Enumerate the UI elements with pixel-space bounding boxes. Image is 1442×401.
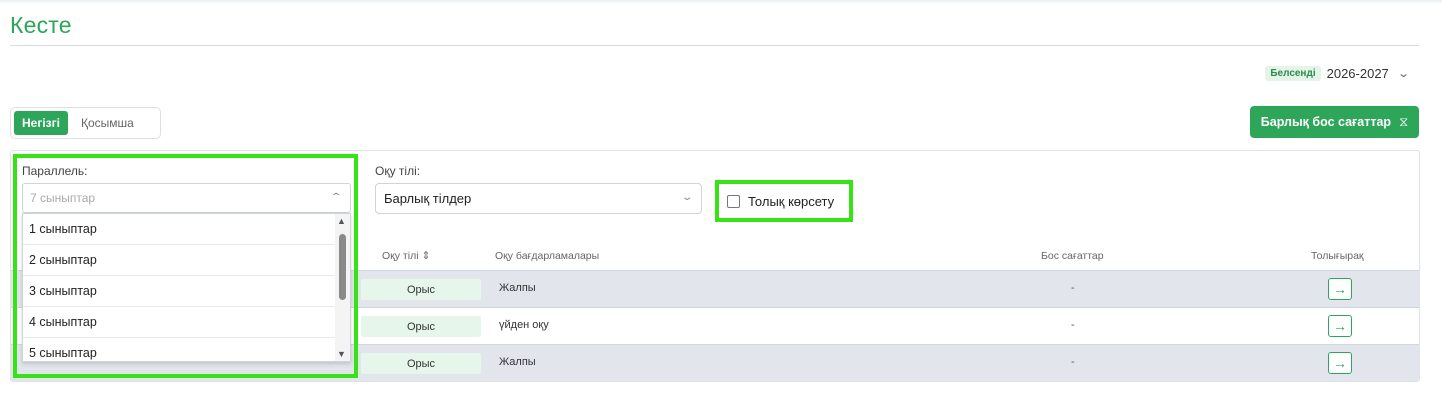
scroll-up-icon[interactable]: ▲ bbox=[337, 216, 346, 226]
chevron-down-icon: ⌄ bbox=[680, 192, 694, 203]
title-divider bbox=[10, 45, 1419, 46]
dropdown-option[interactable]: 1 сыныптар bbox=[23, 214, 336, 245]
tab-group: Негізгі Қосымша bbox=[10, 107, 161, 139]
page-title: Кесте bbox=[10, 12, 72, 38]
program-cell: Жалпы bbox=[499, 356, 536, 368]
scrollbar-thumb[interactable] bbox=[339, 234, 346, 300]
hourglass-icon: ⧖ bbox=[1399, 114, 1409, 129]
academic-year-selector[interactable]: Белсенді 2026-2027 ⌄ bbox=[1265, 66, 1410, 81]
header-details: Толығырақ bbox=[1311, 250, 1364, 262]
parallel-dropdown-list: 1 сыныптар 2 сыныптар 3 сыныптар 4 сынып… bbox=[22, 213, 351, 362]
parallel-select[interactable]: 7 сыныптар ⌃ bbox=[22, 183, 351, 213]
parallel-filter-label: Параллель: bbox=[22, 164, 88, 178]
dropdown-scrollbar[interactable]: ▲ ▼ bbox=[335, 214, 350, 361]
free-hours-cell: - bbox=[1071, 356, 1075, 368]
all-free-hours-label: Барлық бос сағаттар bbox=[1260, 115, 1392, 129]
all-free-hours-button[interactable]: Барлық бос сағаттар ⧖ bbox=[1250, 106, 1419, 138]
details-arrow-button[interactable]: → bbox=[1328, 315, 1352, 337]
free-hours-cell: - bbox=[1071, 282, 1075, 294]
top-bar-shadow bbox=[0, 0, 1442, 4]
chevron-up-icon: ⌃ bbox=[329, 192, 343, 203]
details-arrow-button[interactable]: → bbox=[1328, 352, 1352, 374]
scroll-down-icon[interactable]: ▼ bbox=[337, 349, 346, 359]
free-hours-cell: - bbox=[1071, 319, 1075, 331]
language-pill: Орыс bbox=[361, 316, 481, 337]
language-select-value: Барлық тілдер bbox=[384, 191, 472, 206]
header-free-hours: Бос сағаттар bbox=[1041, 250, 1104, 262]
tab-main[interactable]: Негізгі bbox=[14, 111, 68, 135]
dropdown-option[interactable]: 3 сыныптар bbox=[23, 276, 336, 307]
active-badge: Белсенді bbox=[1265, 66, 1321, 81]
dropdown-option[interactable]: 2 сыныптар bbox=[23, 245, 336, 276]
chevron-down-icon: ⌄ bbox=[1396, 68, 1410, 80]
dropdown-option[interactable]: 5 сыныптар bbox=[23, 338, 336, 361]
full-show-checkbox[interactable] bbox=[727, 194, 740, 208]
language-pill: Орыс bbox=[361, 353, 481, 374]
language-filter-label: Оқу тілі: bbox=[375, 164, 421, 178]
language-select[interactable]: Барлық тілдер ⌄ bbox=[375, 183, 702, 214]
header-language[interactable]: Оқу тілі ⇕ bbox=[382, 250, 430, 262]
language-pill: Орыс bbox=[361, 279, 481, 300]
tab-additional[interactable]: Қосымша bbox=[73, 111, 142, 135]
program-cell: Жалпы bbox=[499, 282, 536, 294]
header-programs: Оқу бағдарламалары bbox=[495, 250, 600, 262]
details-arrow-button[interactable]: → bbox=[1328, 278, 1352, 300]
full-show-toggle[interactable]: Толық көрсету bbox=[717, 181, 853, 221]
dropdown-option[interactable]: 4 сыныптар bbox=[23, 307, 336, 338]
full-show-label: Толық көрсету bbox=[748, 193, 835, 209]
parallel-select-placeholder: 7 сыныптар bbox=[30, 191, 96, 205]
program-cell: үйден оқу bbox=[499, 319, 549, 331]
academic-year-value: 2026-2027 bbox=[1326, 66, 1389, 81]
